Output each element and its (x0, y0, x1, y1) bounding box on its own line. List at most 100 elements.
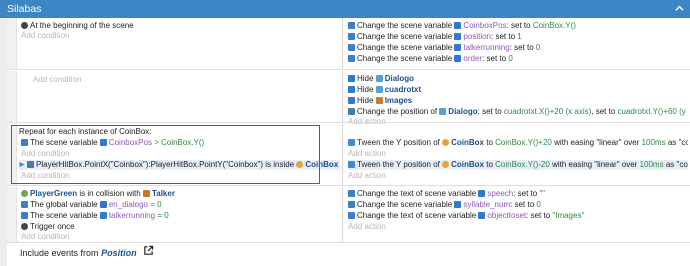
add-action-link[interactable]: Add action (348, 171, 688, 181)
expression: = 0 (150, 200, 162, 209)
action-text: , set to (591, 107, 616, 116)
event-conditions[interactable]: At the beginning of the scene Add condit… (17, 18, 343, 70)
action-row[interactable]: Change the text of scene variable speech… (348, 189, 688, 199)
event-conditions[interactable]: PlayerGreen is in collision with Talker … (17, 187, 343, 243)
text-object-icon (375, 86, 383, 93)
event-hide-dialog[interactable]: Add condition Hide Dialogo Hide cuadrotx… (7, 71, 690, 126)
events-group-header[interactable]: Silabas (0, 0, 690, 18)
object-name: cuadrotxt (384, 85, 422, 94)
action-text: to (486, 138, 493, 147)
add-condition-link[interactable]: Add condition (21, 232, 340, 242)
action-text: Tween the Y position of (357, 160, 440, 169)
event-separator (7, 69, 690, 70)
add-condition-link[interactable]: Add condition (33, 75, 340, 85)
expression: "" (539, 189, 546, 198)
object-name: Dialogo (448, 107, 478, 116)
player-object-icon (21, 190, 28, 197)
action-row[interactable]: Change the scene variable talkerrunning:… (348, 43, 688, 53)
event-player-collision[interactable]: PlayerGreen is in collision with Talker … (7, 187, 690, 243)
tween-icon (348, 161, 355, 168)
action-text: Hide (357, 74, 374, 83)
action-text: Tween the Y position of (357, 138, 440, 147)
event-beginning-of-scene[interactable]: At the beginning of the scene Add condit… (7, 18, 690, 70)
variable-name: CoinboxPos (463, 21, 507, 30)
action-row[interactable]: Hide Images (348, 96, 688, 106)
action-text: as "coinbox" (667, 138, 688, 147)
action-text: with easing "linear" over (552, 160, 638, 169)
event-gutter (7, 71, 17, 123)
action-row[interactable]: Change the text of scene variable object… (348, 211, 688, 221)
action-text: : set to (477, 107, 502, 116)
event-actions[interactable]: Hide Dialogo Hide cuadrotxt Hide Images … (344, 71, 690, 126)
variable-name: speech (487, 189, 514, 198)
condition-row[interactable]: The global variable en_dialogo = 0 (21, 200, 340, 210)
include-events-row[interactable]: Include events from Position (20, 248, 137, 258)
variable-name: objecttoset (487, 211, 527, 220)
object-name: CoinBox (451, 138, 484, 147)
action-text: Change the scene variable (357, 32, 453, 41)
check-icon (454, 201, 462, 208)
condition-text: The scene variable (30, 211, 98, 220)
variable-name: order (463, 54, 483, 63)
event-gutter (7, 18, 17, 70)
add-action-link[interactable]: Add action (348, 149, 688, 159)
variable-name: talkerrunning (463, 43, 510, 52)
action-row[interactable]: Hide cuadrotxt (348, 85, 688, 95)
include-link[interactable]: Position (101, 248, 137, 258)
object-name: CoinBox (451, 160, 484, 169)
action-text: Hide (357, 96, 374, 105)
talker-object-icon (142, 190, 150, 197)
variable-name: position (463, 32, 491, 41)
check-icon (454, 44, 462, 51)
action-row[interactable]: Tween the Y position of CoinBox to CoinB… (348, 160, 688, 170)
action-text: : set to (509, 43, 534, 52)
include-label: Include events from (20, 248, 99, 258)
variable-icon (21, 201, 28, 208)
action-text: Change the position of (357, 107, 438, 116)
expression: = 0 (157, 211, 169, 220)
text-object-icon (375, 75, 383, 82)
expression: CoinBox.Y()-20 (495, 160, 550, 169)
add-action-link[interactable]: Add action (348, 222, 688, 232)
action-row[interactable]: Change the position of Dialogo: set to c… (348, 107, 688, 117)
expression: 0 (508, 54, 513, 63)
event-actions[interactable]: Change the scene variable CoinboxPos : se… (344, 18, 690, 70)
expression: "Images" (552, 211, 585, 220)
expression: cuadrotxt.Y()+60 (y axis) (617, 107, 688, 116)
action-text: : set to (510, 200, 535, 209)
check-icon (348, 97, 355, 104)
variable-icon (348, 190, 355, 197)
position-icon (348, 108, 355, 115)
event-actions[interactable]: Change the text of scene variable speech… (344, 187, 690, 243)
chevron-up-icon[interactable] (675, 4, 684, 13)
add-condition-link[interactable]: Add condition (21, 31, 340, 41)
check-icon (478, 212, 486, 219)
event-actions[interactable]: Tween the Y position of CoinBox to CoinB… (344, 124, 690, 186)
action-row[interactable]: Change the scene variable position: set … (348, 32, 688, 42)
coin-object-icon (442, 139, 450, 146)
action-row[interactable]: Change the scene variable syllable_num: … (348, 200, 688, 210)
action-row[interactable]: Tween the Y position of CoinBox to CoinB… (348, 138, 688, 148)
check-icon (348, 86, 355, 93)
action-row[interactable]: Hide Dialogo (348, 74, 688, 84)
variable-icon (21, 212, 28, 219)
open-external-icon[interactable] (143, 245, 154, 256)
condition-row[interactable]: At the beginning of the scene (21, 21, 340, 31)
check-icon (348, 75, 355, 82)
expression: CoinBox.Y() (532, 21, 576, 30)
action-text: to (486, 160, 493, 169)
event-conditions[interactable]: Add condition (17, 71, 343, 123)
variable-icon (348, 55, 355, 62)
check-icon (454, 33, 462, 40)
action-row[interactable]: Change the scene variable order: set to … (348, 54, 688, 64)
condition-row[interactable]: PlayerGreen is in collision with Talker (21, 189, 340, 199)
action-row[interactable]: Change the scene variable CoinboxPos: se… (348, 21, 688, 31)
left-gutter (0, 18, 7, 266)
variable-name: talkerrunning (108, 211, 156, 220)
action-text: : set to (482, 54, 507, 63)
check-icon (99, 201, 107, 208)
condition-row[interactable]: Trigger once (21, 222, 340, 232)
action-text: Change the text of scene variable (357, 189, 477, 198)
expression: 100ms (639, 160, 664, 169)
condition-row[interactable]: The scene variable talkerrunning = 0 (21, 211, 340, 221)
